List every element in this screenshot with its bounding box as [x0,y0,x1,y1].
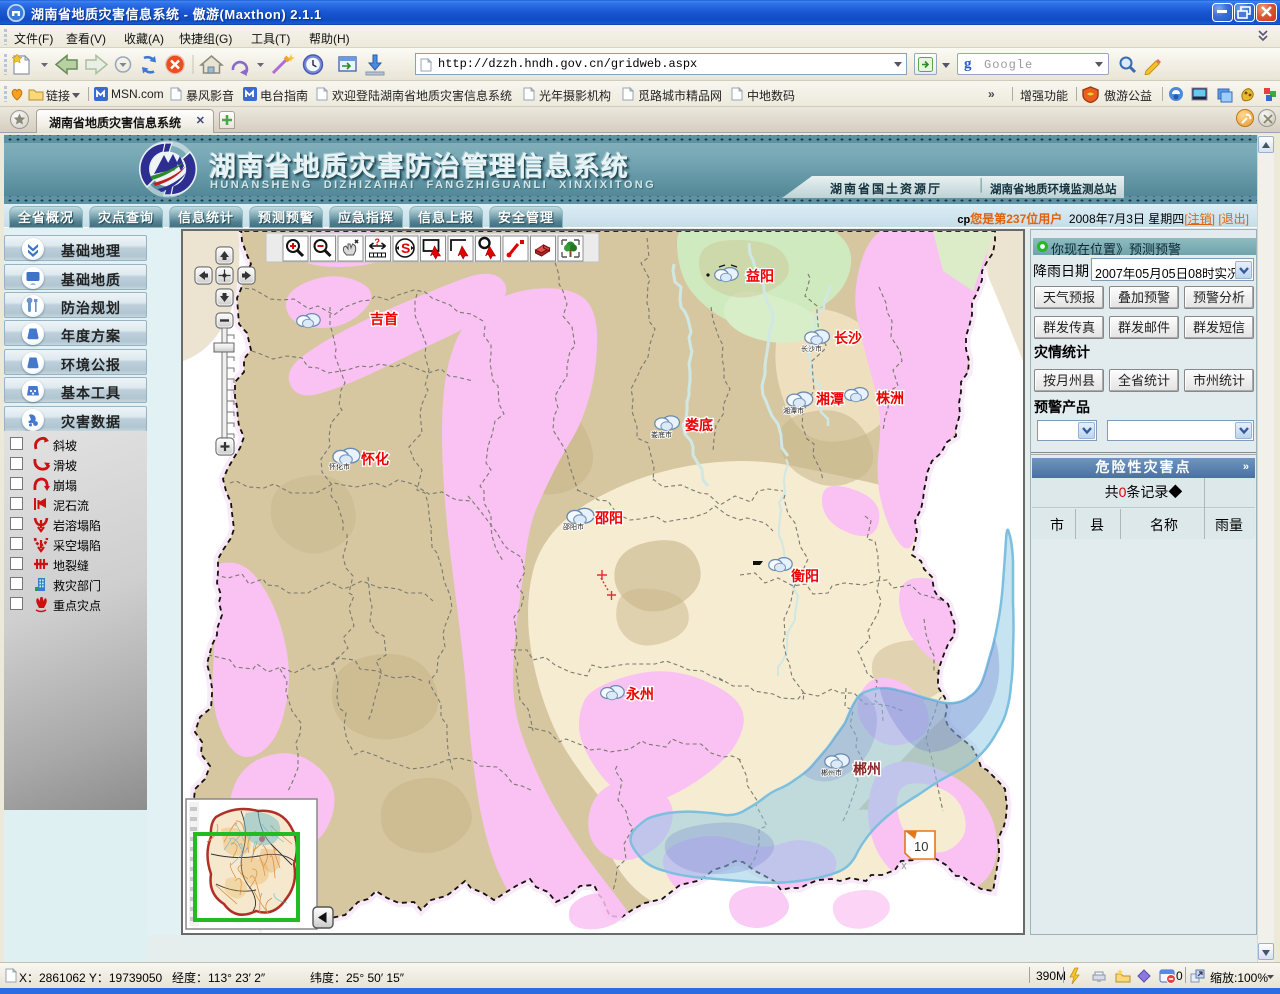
svg-text:湘潭市: 湘潭市 [783,406,804,415]
svg-text:邵阳: 邵阳 [594,510,623,526]
svg-text:娄底: 娄底 [685,417,713,433]
svg-text:郴州市: 郴州市 [821,768,842,777]
svg-text:益阳: 益阳 [746,268,774,284]
svg-text:郴州: 郴州 [853,761,881,777]
svg-text:衡阳: 衡阳 [791,568,819,584]
svg-text:永州: 永州 [625,686,654,702]
svg-text:怀化: 怀化 [361,451,389,467]
svg-text:长沙: 长沙 [834,330,862,346]
svg-text:长沙市: 长沙市 [801,344,822,353]
svg-text:10: 10 [914,839,928,854]
svg-text:娄底市: 娄底市 [651,430,672,439]
svg-text:怀化市: 怀化市 [329,462,350,471]
svg-text:株洲: 株洲 [876,390,904,406]
svg-text:湘潭: 湘潭 [816,391,844,407]
svg-text:?: ? [375,237,381,247]
svg-text:吉首: 吉首 [370,311,398,327]
svg-text:邵阳市: 邵阳市 [563,522,584,531]
svg-text:S: S [401,240,410,256]
